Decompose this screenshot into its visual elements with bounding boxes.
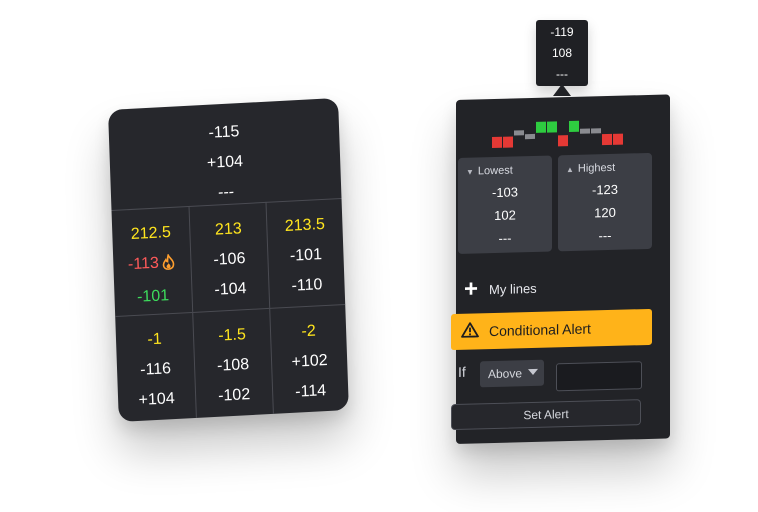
movement-bar [536,121,546,133]
movement-bar [602,133,612,146]
triangle-up-icon: ▲ [566,164,574,175]
odds-cell-1[interactable]: 212.5 -113 -101 [111,205,193,316]
alert-condition-row: If Above [458,357,648,392]
hover-tooltip: -119 108 --- [536,20,588,86]
tooltip-value-3: --- [556,67,568,81]
cell-odds-text: -113 [127,254,160,274]
highest-value-2: 120 [594,204,616,221]
cell-odds-value: -101 [289,246,323,265]
line-movement-bars [492,117,632,151]
caret-down-icon [528,368,538,376]
my-lines-label: My lines [489,280,537,297]
warning-icon [461,321,479,342]
cell-line-value: -1.5 [217,326,247,345]
cell-line-value: -1 [147,330,162,349]
highest-title-text: Highest [577,161,616,175]
tooltip-arrow [553,84,571,96]
condition-select[interactable]: Above [480,359,544,388]
my-lines-button[interactable]: + My lines [462,275,537,303]
tooltip-value-2: 108 [551,46,573,60]
lowest-value-3: --- [498,230,512,246]
movement-bar [514,130,524,136]
highest-value-3: --- [598,227,612,244]
set-alert-button[interactable]: Set Alert [451,399,641,431]
conditional-alert-title: Conditional Alert [489,320,591,340]
highest-value-1: -123 [591,181,619,198]
odds-cell-2[interactable]: 213 -106 -104 [188,201,270,312]
conditional-alert-header[interactable]: Conditional Alert [451,308,652,351]
lowest-title: ▼ Lowest [466,163,552,178]
if-label: If [458,363,466,380]
condition-selected-value: Above [488,366,523,382]
movement-bar [492,136,502,149]
cell-odds-value: -113 [113,247,191,284]
cell-odds-value: +104 [138,390,175,409]
cell-odds-value: +102 [291,351,328,371]
flame-icon [161,251,176,282]
cell-odds-value: -101 [136,287,170,306]
odds-card-header: -115 +104 --- [108,98,341,210]
cell-odds-value: -116 [139,360,172,379]
line-history-panel: ▼ Lowest -103 102 --- ▲ Highest -123 120 -… [451,94,670,444]
lowest-title-text: Lowest [477,164,513,178]
odds-grid: 212.5 -113 -101 213 -106 -104 213.5 -101… [111,197,349,422]
movement-bar [558,135,568,147]
tooltip-value-1: -119 [550,25,574,39]
cell-odds-value: -102 [217,386,251,405]
cell-odds-value: -114 [294,382,327,401]
odds-cell-6[interactable]: -2 +102 -114 [269,303,349,414]
cell-odds-value: -108 [216,356,250,375]
movement-bar [591,128,601,134]
odds-cell-3[interactable]: 213.5 -101 -110 [265,197,346,308]
cell-odds-value: -110 [291,276,323,295]
threshold-input[interactable] [556,361,642,392]
movement-bar [569,120,579,133]
lowest-value-1: -103 [491,184,519,201]
odds-cell-5[interactable]: -1.5 -108 -102 [192,307,273,418]
odds-card: -115 +104 --- 212.5 -113 -101 213 -106 -… [108,97,349,422]
movement-bar [580,128,590,134]
movement-bar [613,133,623,145]
lowest-value-2: 102 [494,207,516,224]
plus-icon: + [463,275,478,303]
movement-bar [525,133,535,140]
cell-line-value: -2 [301,322,316,341]
cell-odds-value: -104 [214,280,247,299]
cell-line-value: 213.5 [284,215,326,235]
lowest-box: ▼ Lowest -103 102 --- [458,155,552,254]
movement-bar [503,136,513,148]
highest-box: ▲ Highest -123 120 --- [558,152,652,252]
triangle-down-icon: ▼ [466,167,474,177]
movement-bar [547,121,557,133]
odds-cell-4[interactable]: -1 -116 +104 [115,311,196,422]
cell-odds-value: -106 [213,250,246,269]
highest-title: ▲ Highest [566,161,652,175]
cell-line-value: 212.5 [130,223,172,244]
cell-line-value: 213 [214,220,243,239]
